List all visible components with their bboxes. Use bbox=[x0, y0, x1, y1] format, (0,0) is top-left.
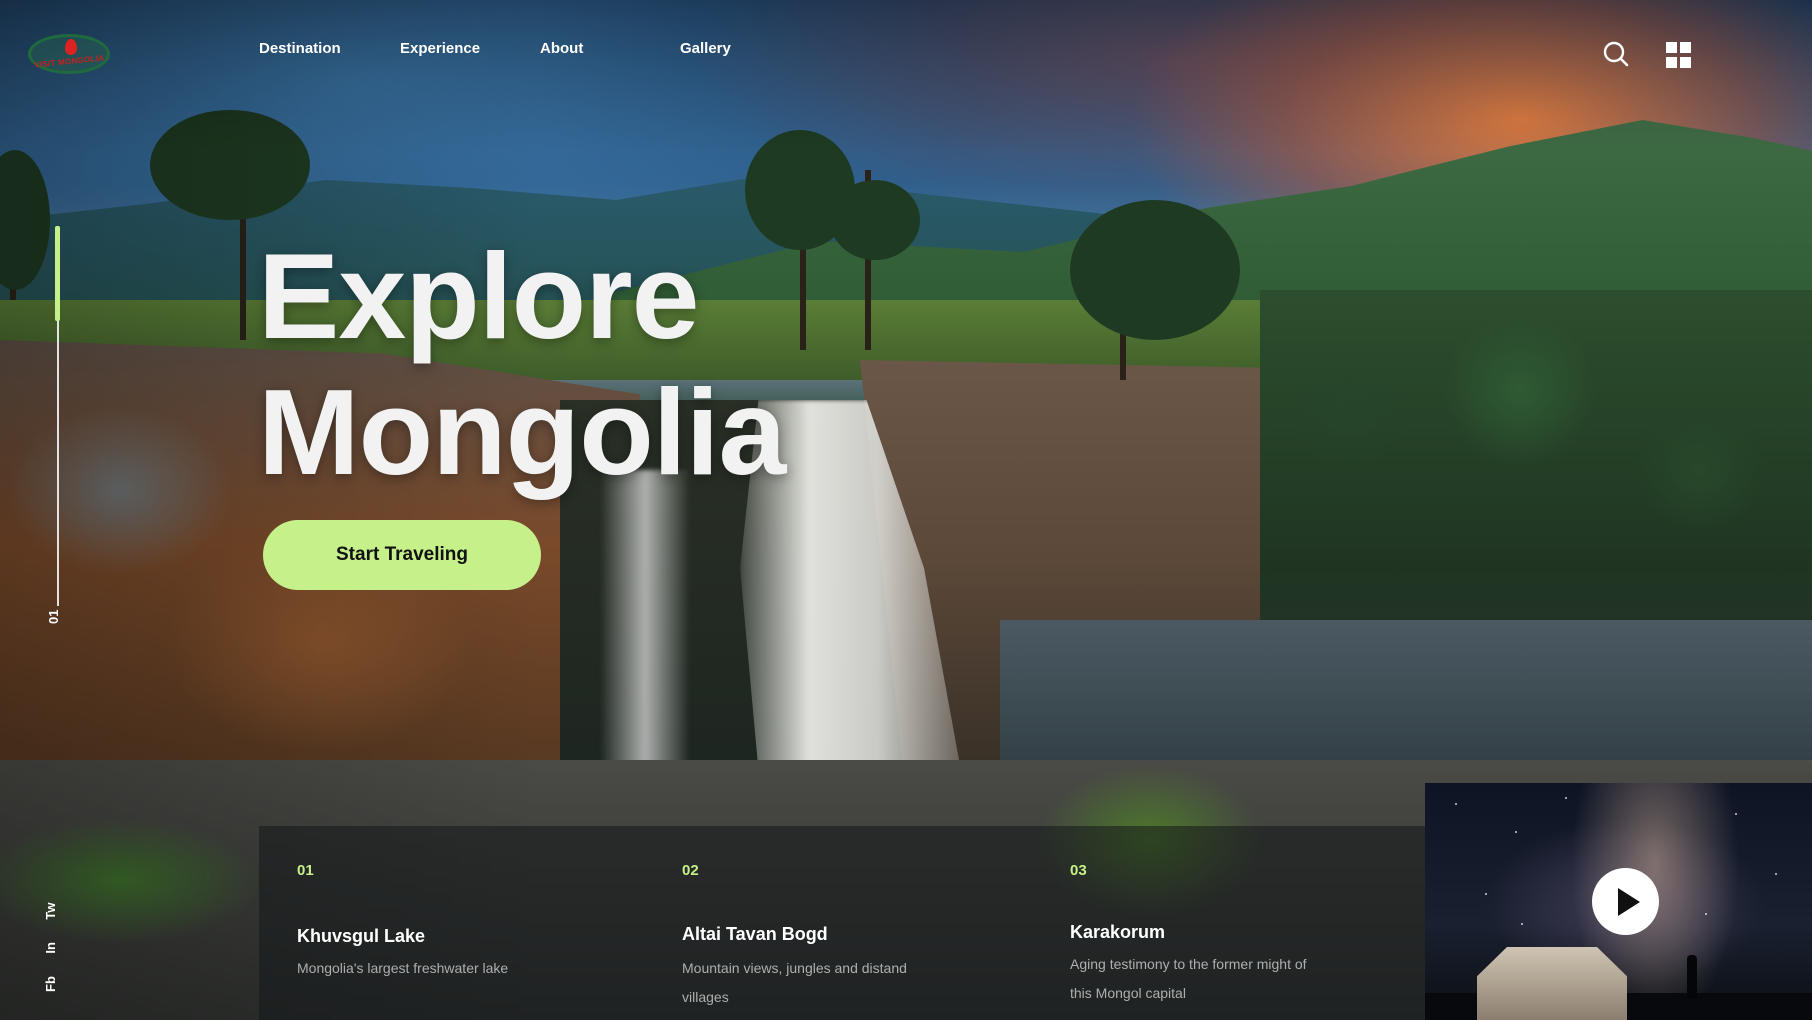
card-description: Mongolia's largest freshwater lake bbox=[297, 960, 509, 976]
star bbox=[1521, 923, 1523, 925]
site-logo[interactable]: VISIT MONGOLIA bbox=[28, 34, 110, 74]
search-icon bbox=[1603, 41, 1629, 67]
video-thumbnail[interactable] bbox=[1425, 783, 1812, 1020]
grid-menu-icon bbox=[1666, 42, 1677, 53]
destination-card-khuvsgul[interactable]: 01 Khuvsgul Lake Mongolia's largest fres… bbox=[259, 826, 619, 1020]
grid-menu-icon bbox=[1680, 42, 1691, 53]
grid-menu-icon bbox=[1666, 56, 1677, 68]
card-number: 02 bbox=[682, 862, 699, 879]
star bbox=[1705, 913, 1707, 915]
grid-menu-button[interactable] bbox=[1666, 42, 1692, 68]
card-number: 01 bbox=[297, 862, 314, 879]
social-links: Fb In Tw bbox=[42, 885, 60, 992]
card-title: Altai Tavan Bogd bbox=[682, 924, 828, 944]
logo-flame-icon bbox=[65, 39, 77, 55]
star bbox=[1515, 831, 1517, 833]
card-title: Karakorum bbox=[1070, 922, 1166, 942]
social-link-facebook[interactable]: Fb bbox=[43, 976, 58, 992]
logo-text: VISIT MONGOLIA bbox=[33, 52, 105, 70]
grid-menu-icon bbox=[1680, 56, 1691, 68]
person-silhouette bbox=[1687, 955, 1697, 999]
search-button[interactable] bbox=[1602, 40, 1630, 68]
star bbox=[1485, 893, 1487, 895]
star bbox=[1775, 873, 1777, 875]
star bbox=[1455, 803, 1457, 805]
slide-progress-fill bbox=[55, 226, 60, 321]
social-link-twitter[interactable]: Tw bbox=[43, 903, 58, 920]
slide-number: 01 bbox=[46, 609, 61, 624]
hero-title: Explore Mongolia bbox=[258, 228, 786, 500]
nav-item-destination[interactable]: Destination bbox=[259, 40, 341, 57]
card-description: Aging testimony to the former might of t… bbox=[1070, 956, 1307, 1001]
destination-cards: 01 Khuvsgul Lake Mongolia's largest fres… bbox=[259, 826, 1425, 1020]
star bbox=[1735, 813, 1737, 815]
nav-item-gallery[interactable]: Gallery bbox=[680, 40, 731, 57]
hero-title-line-2: Mongolia bbox=[258, 364, 786, 500]
play-icon bbox=[1617, 887, 1640, 916]
play-button[interactable] bbox=[1592, 868, 1659, 935]
destination-card-altai[interactable]: 02 Altai Tavan Bogd Mountain views, jung… bbox=[644, 826, 1004, 1020]
nav-item-experience[interactable]: Experience bbox=[400, 40, 480, 57]
card-title: Khuvsgul Lake bbox=[297, 926, 426, 946]
nav-item-about[interactable]: About bbox=[540, 40, 583, 57]
card-description: Mountain views, jungles and distand vill… bbox=[682, 960, 907, 1005]
card-number: 03 bbox=[1070, 862, 1087, 879]
destination-card-karakorum[interactable]: 03 Karakorum Aging testimony to the form… bbox=[1032, 826, 1392, 1020]
start-traveling-button[interactable]: Start Traveling bbox=[263, 520, 541, 590]
yurt bbox=[1477, 947, 1627, 1020]
star bbox=[1565, 797, 1567, 799]
hero-title-line-1: Explore bbox=[258, 228, 700, 364]
social-link-instagram[interactable]: In bbox=[43, 942, 58, 954]
